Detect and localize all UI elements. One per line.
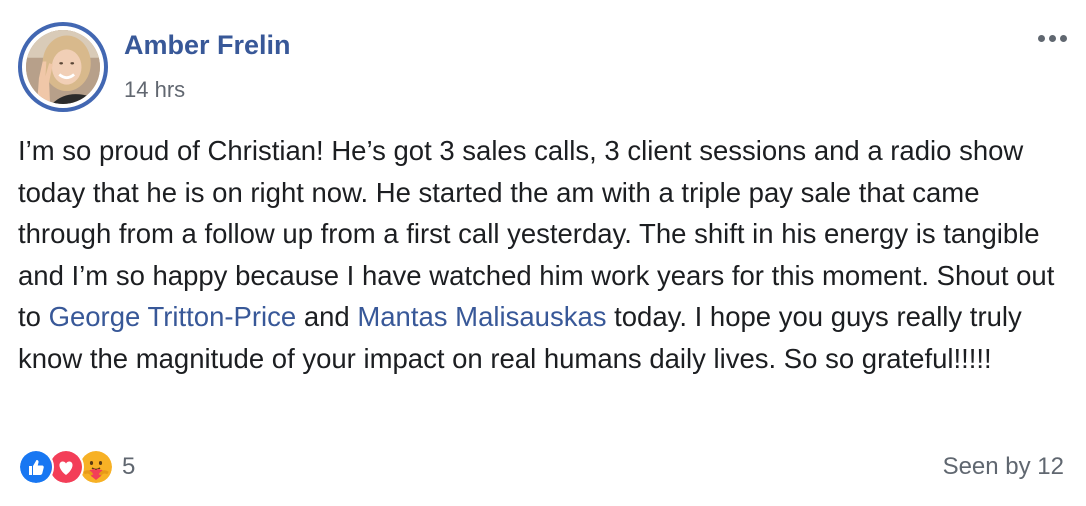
more-dot <box>1048 34 1056 42</box>
seen-by-count[interactable]: Seen by 12 <box>943 453 1064 481</box>
profile-photo-illustration <box>26 30 100 104</box>
post-timestamp[interactable]: 14 hrs <box>124 77 185 103</box>
post-text: I’m so proud of Christian! He’s got 3 sa… <box>18 130 1068 379</box>
like-icon <box>18 449 54 485</box>
reactions-summary[interactable]: 5 <box>18 448 135 486</box>
avatar[interactable] <box>18 22 108 112</box>
profile-photo <box>26 30 100 104</box>
more-dot <box>1037 34 1045 42</box>
post-text-part: and <box>296 301 358 332</box>
mention-link[interactable]: Mantas Malisauskas <box>357 301 606 332</box>
mention-link[interactable]: George Tritton-Price <box>49 301 297 332</box>
reaction-count: 5 <box>122 453 136 480</box>
post-card: Amber Frelin 14 hrs I’m so proud of Chri… <box>0 0 1086 506</box>
more-dot <box>1059 34 1067 42</box>
more-options-icon[interactable] <box>1032 24 1072 52</box>
author-name[interactable]: Amber Frelin <box>124 30 291 61</box>
